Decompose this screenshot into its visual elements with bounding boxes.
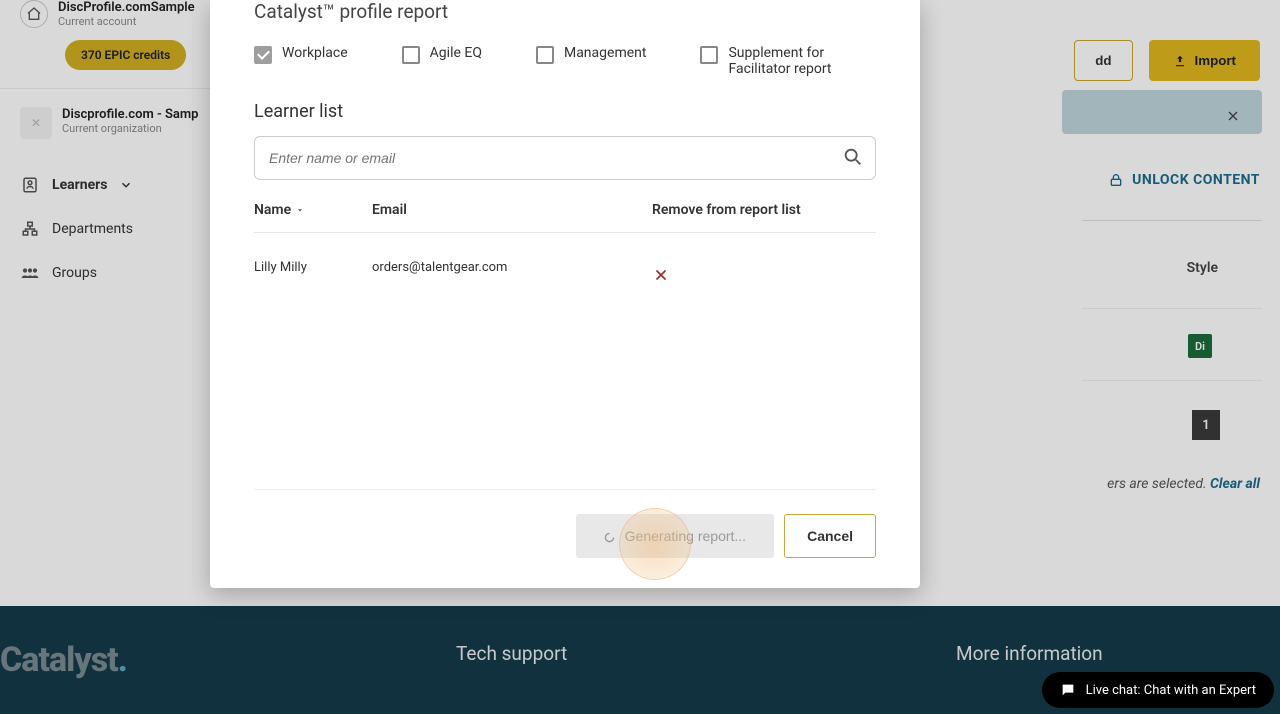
check-supplement-label: Supplement for Facilitator report	[728, 45, 840, 77]
live-chat-button[interactable]: Live chat: Chat with an Expert	[1042, 672, 1274, 708]
spinner-icon	[604, 532, 615, 543]
col-name-label: Name	[254, 202, 291, 218]
table-row: Lilly Milly orders@talentgear.com	[254, 233, 876, 302]
check-management-label: Management	[564, 45, 646, 61]
chat-prefix: Live chat:	[1086, 683, 1141, 698]
generating-button: Generating report...	[576, 514, 774, 558]
learner-list-heading: Learner list	[254, 101, 876, 122]
modal-footer: Generating report... Cancel	[254, 489, 876, 558]
row-email: orders@talentgear.com	[372, 260, 652, 275]
chat-text: Chat with an Expert	[1144, 683, 1256, 698]
checkbox-checked-icon[interactable]	[254, 46, 272, 64]
report-type-checks: Workplace Agile EQ Management Supplement…	[254, 45, 876, 77]
check-workplace-label: Workplace	[282, 45, 348, 61]
check-supplement[interactable]: Supplement for Facilitator report	[700, 45, 840, 77]
checkbox-icon[interactable]	[536, 46, 554, 64]
check-agile[interactable]: Agile EQ	[402, 45, 482, 64]
sort-desc-icon	[295, 205, 305, 215]
modal-title: Catalyst™ profile report	[254, 0, 876, 23]
table-header: Name Email Remove from report list	[254, 202, 876, 233]
remove-icon[interactable]	[652, 266, 876, 284]
check-management[interactable]: Management	[536, 45, 646, 64]
checkbox-icon[interactable]	[402, 46, 420, 64]
col-remove: Remove from report list	[652, 202, 876, 218]
col-email[interactable]: Email	[372, 202, 652, 218]
learner-search-input[interactable]	[254, 136, 876, 180]
cancel-button[interactable]: Cancel	[784, 514, 876, 558]
row-name: Lilly Milly	[254, 260, 372, 275]
search-icon[interactable]	[842, 146, 864, 168]
check-workplace[interactable]: Workplace	[254, 45, 348, 64]
checkbox-icon[interactable]	[700, 46, 718, 64]
check-agile-label: Agile EQ	[430, 45, 482, 61]
chat-icon	[1060, 682, 1076, 698]
generating-label: Generating report...	[625, 528, 746, 544]
col-name[interactable]: Name	[254, 202, 372, 218]
search-wrap	[254, 136, 876, 180]
profile-report-modal: Catalyst™ profile report Workplace Agile…	[210, 0, 920, 588]
